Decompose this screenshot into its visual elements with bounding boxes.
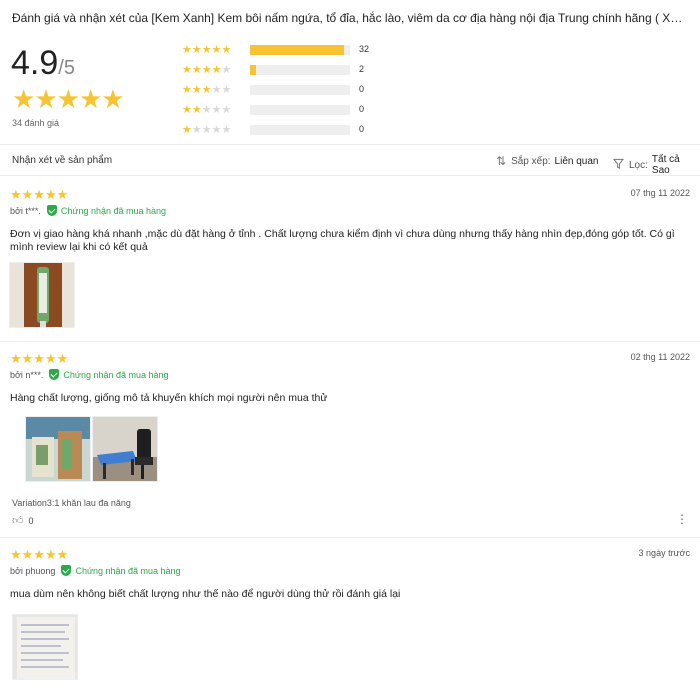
bar-fill (250, 65, 256, 75)
rating-bar-4[interactable]: ★★★★★ 2 (182, 62, 382, 82)
funnel-icon (612, 158, 625, 172)
rating-bar-5[interactable]: ★★★★★ 32 (182, 42, 382, 62)
review-date: 02 thg 11 2022 (630, 352, 690, 362)
review-date: 07 thg 11 2022 (630, 188, 690, 198)
filter-value: Tất cả Sao (651, 154, 680, 176)
review-author: bởi n***. (10, 369, 44, 380)
rating-bar-3[interactable]: ★★★★★ 0 (182, 82, 382, 102)
review-stars: ★★★★★ (10, 187, 69, 202)
average-stars: ★★★★★ (12, 84, 125, 114)
review-filter-bar: Nhận xét về sản phẩm ⇅ Sắp xếp: Liên qua… (0, 144, 700, 176)
star-icon: ★ (34, 84, 57, 114)
star-icon: ★ (78, 84, 102, 114)
bar-count: 32 (359, 44, 370, 54)
verified-label: Chứng nhận đã mua hàng (75, 565, 181, 576)
section-title: Nhận xét về sản phẩm (12, 155, 113, 166)
review-photo[interactable] (12, 614, 78, 680)
shield-check-icon (46, 205, 57, 216)
review-item: ★★★★★ 07 thg 11 2022 bởi t***. Chứng nhậ… (0, 178, 700, 342)
average-rating: 4.9/5 (11, 44, 75, 87)
review-photo[interactable] (92, 416, 158, 482)
bar-count: 2 (359, 64, 365, 74)
review-photo[interactable] (25, 416, 91, 482)
bar-stars: ★★★★★ (182, 124, 232, 136)
rating-bar-1[interactable]: ★★★★★ 0 (182, 122, 382, 142)
verified-label: Chứng nhận đã mua hàng (63, 369, 169, 380)
rating-bar-2[interactable]: ★★★★★ 0 (182, 102, 382, 122)
sort-value: Liên quan (554, 155, 599, 167)
bar-fill (250, 45, 344, 55)
filter-dropdown[interactable]: Lọc: Tất cả Sao (612, 154, 700, 176)
rating-distribution: ★★★★★ 32 ★★★★★ 2 ★★★★★ 0 ★★★★★ 0 ★★★★★ 0 (182, 42, 382, 142)
rating-summary: 4.9/5 ★★★★★ 34 đánh giá ★★★★★ 32 ★★★★★ 2… (0, 38, 700, 144)
bar-track (250, 85, 350, 95)
review-variation: Variation3:1 khăn lau đa năng (12, 498, 131, 508)
bar-track (250, 65, 350, 75)
verified-badge: Chứng nhận đã mua hàng (46, 205, 167, 216)
bar-stars: ★★★★★ (182, 104, 232, 116)
bar-count: 0 (359, 84, 365, 94)
shield-check-icon (61, 565, 72, 576)
star-icon: ★ (56, 84, 80, 114)
review-author-line: bởi t***. Chứng nhận đã mua hàng (10, 205, 166, 216)
review-photo[interactable] (9, 262, 75, 328)
star-icon: ★ (101, 84, 124, 114)
review-author-line: bởi n***. Chứng nhận đã mua hàng (10, 369, 169, 380)
verified-badge: Chứng nhận đã mua hàng (61, 565, 181, 576)
like-button[interactable]: 👍︎ 0 (12, 514, 34, 527)
filter-label: Lọc: (629, 159, 648, 171)
review-date: 3 ngày trước (638, 548, 690, 558)
star-icon: ★ (12, 84, 35, 114)
average-value: 4.9 (11, 44, 59, 82)
review-author-line: bởi phuong Chứng nhận đã mua hàng (10, 565, 181, 576)
like-count: 0 (28, 515, 34, 526)
page-title: Đánh giá và nhận xét của [Kem Xanh] Kem … (12, 11, 700, 25)
bar-stars: ★★★★★ (182, 44, 232, 56)
review-text: Đơn vị giao hàng khá nhanh ,mặc dù đặt h… (10, 228, 675, 253)
reviews-page: Đánh giá và nhận xét của [Kem Xanh] Kem … (0, 0, 700, 700)
sort-arrows-icon: ⇅ (496, 154, 507, 168)
bar-track (250, 45, 350, 55)
review-author: bởi phuong (10, 565, 56, 576)
review-text: Hàng chất lượng, giống mô tả khuyến khíc… (10, 392, 328, 404)
bar-stars: ★★★★★ (182, 64, 232, 76)
thumbs-up-icon: 👍︎ (12, 515, 24, 527)
shield-check-icon (49, 369, 60, 380)
verified-badge: Chứng nhận đã mua hàng (49, 369, 169, 380)
bar-track (250, 125, 350, 135)
review-stars: ★★★★★ (10, 547, 69, 562)
bar-count: 0 (359, 124, 365, 134)
sort-dropdown[interactable]: ⇅ Sắp xếp: Liên quan (496, 154, 598, 168)
sort-label: Sắp xếp: (511, 155, 551, 167)
total-ratings: 34 đánh giá (12, 118, 60, 128)
review-text: mua dùm nên không biết chất lượng như th… (10, 588, 401, 600)
bar-stars: ★★★★★ (182, 84, 232, 96)
review-item: ★★★★★ 02 thg 11 2022 bởi n***. Chứng nhậ… (0, 342, 700, 538)
bar-track (250, 105, 350, 115)
review-author: bởi t***. (10, 205, 41, 216)
review-item: ★★★★★ 3 ngày trước bởi phuong Chứng nhận… (0, 538, 700, 700)
average-max: /5 (58, 57, 75, 79)
verified-label: Chứng nhận đã mua hàng (60, 205, 167, 216)
bar-count: 0 (359, 104, 365, 114)
review-stars: ★★★★★ (10, 351, 69, 366)
vertical-dots-icon[interactable]: ⋮ (676, 512, 688, 526)
